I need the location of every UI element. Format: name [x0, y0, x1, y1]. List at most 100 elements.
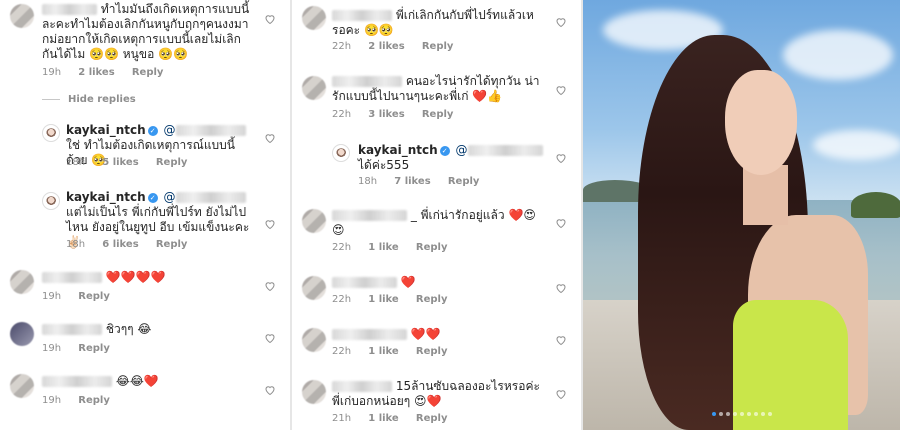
heart-outline-icon[interactable] — [555, 334, 567, 346]
reply-button[interactable]: Reply — [416, 242, 448, 253]
comment-time: 22h — [332, 294, 352, 305]
avatar[interactable] — [302, 76, 326, 100]
comment-meta: 19h Reply — [42, 343, 110, 354]
reply-button[interactable]: Reply — [132, 67, 164, 78]
avatar[interactable] — [10, 270, 34, 294]
heart-outline-icon[interactable] — [264, 280, 276, 292]
comment-meta: 18h 5 likes Reply — [66, 157, 187, 168]
likes-count[interactable]: 2 likes — [78, 67, 114, 78]
heart-outline-icon[interactable] — [264, 13, 276, 25]
reply-button[interactable]: Reply — [416, 413, 448, 424]
carousel-indicator — [583, 401, 900, 420]
username-blurred[interactable] — [332, 210, 407, 221]
username-blurred[interactable] — [42, 4, 97, 15]
mention[interactable]: @ — [164, 190, 176, 204]
hide-replies-button[interactable]: Hide replies — [42, 94, 136, 105]
username[interactable]: kaykai_ntch — [66, 123, 146, 137]
cloud — [813, 130, 900, 160]
avatar[interactable] — [42, 124, 60, 142]
likes-count[interactable]: 5 likes — [102, 157, 138, 168]
heart-outline-icon[interactable] — [555, 217, 567, 229]
username-blurred[interactable] — [332, 76, 402, 87]
username-blurred[interactable] — [42, 376, 112, 387]
avatar[interactable] — [302, 6, 326, 30]
reply-button[interactable]: Reply — [78, 395, 110, 406]
likes-count[interactable]: 1 like — [368, 346, 398, 357]
avatar[interactable] — [42, 192, 60, 210]
comments-column-middle: พี่เก่เลิกกันกับพี่ไปร์ทแล้วเหรอคะ 🥺🥺 22… — [292, 0, 582, 430]
heart-outline-icon[interactable] — [264, 384, 276, 396]
carousel-dot[interactable] — [718, 412, 723, 416]
carousel-dot[interactable] — [739, 412, 744, 416]
mention-blurred — [175, 125, 246, 136]
likes-count[interactable]: 7 likes — [394, 176, 430, 187]
comment-meta: 22h 1 like Reply — [332, 242, 448, 253]
comment-meta: 22h 3 likes Reply — [332, 109, 453, 120]
reply-button[interactable]: Reply — [78, 343, 110, 354]
likes-count[interactable]: 1 like — [368, 242, 398, 253]
verified-badge-icon: ✓ — [147, 192, 158, 203]
avatar[interactable] — [332, 144, 350, 162]
likes-count[interactable]: 1 like — [368, 413, 398, 424]
reply-button[interactable]: Reply — [422, 41, 454, 52]
comment-time: 22h — [332, 346, 352, 357]
username-blurred[interactable] — [42, 324, 102, 335]
mention[interactable]: @ — [456, 143, 468, 157]
heart-outline-icon[interactable] — [555, 16, 567, 28]
heart-outline-icon[interactable] — [555, 84, 567, 96]
comment-text: ได้ค่ะ555 — [358, 158, 410, 172]
comment-time: 21h — [332, 413, 352, 424]
person-face — [725, 70, 797, 175]
carousel-dot[interactable] — [711, 412, 716, 416]
avatar[interactable] — [302, 328, 326, 352]
post-photo[interactable] — [583, 0, 900, 430]
reply-button[interactable]: Reply — [416, 346, 448, 357]
carousel-dot[interactable] — [767, 412, 772, 416]
username-blurred[interactable] — [332, 10, 392, 21]
username[interactable]: kaykai_ntch — [66, 190, 146, 204]
avatar[interactable] — [302, 276, 326, 300]
heart-outline-icon[interactable] — [264, 218, 276, 230]
reply-button[interactable]: Reply — [78, 291, 110, 302]
comment-meta: 22h 2 likes Reply — [332, 41, 453, 52]
comment-time: 19h — [42, 395, 62, 406]
heart-outline-icon[interactable] — [264, 132, 276, 144]
avatar[interactable] — [302, 209, 326, 233]
carousel-dot[interactable] — [753, 412, 758, 416]
comment-text: ชิวๆๆ 😂 — [105, 322, 152, 336]
avatar[interactable] — [10, 374, 34, 398]
username[interactable]: kaykai_ntch — [358, 143, 438, 157]
mention[interactable]: @ — [164, 123, 176, 137]
avatar[interactable] — [302, 380, 326, 404]
heart-outline-icon[interactable] — [555, 388, 567, 400]
comment-text: ❤️❤️ — [410, 327, 441, 341]
carousel-dot[interactable] — [732, 412, 737, 416]
heart-outline-icon[interactable] — [555, 282, 567, 294]
reply-button[interactable]: Reply — [422, 109, 454, 120]
tree — [851, 192, 900, 218]
reply-button[interactable]: Reply — [416, 294, 448, 305]
username-blurred[interactable] — [42, 272, 102, 283]
username-blurred[interactable] — [332, 277, 397, 288]
carousel-dot[interactable] — [725, 412, 730, 416]
heart-outline-icon[interactable] — [555, 152, 567, 164]
likes-count[interactable]: 1 like — [368, 294, 398, 305]
username-blurred[interactable] — [332, 381, 392, 392]
carousel-dot[interactable] — [746, 412, 751, 416]
avatar[interactable] — [10, 4, 34, 28]
divider-line — [42, 98, 60, 100]
comment-time: 22h — [332, 109, 352, 120]
reply-button[interactable]: Reply — [156, 239, 188, 250]
carousel-dot[interactable] — [760, 412, 765, 416]
likes-count[interactable]: 3 likes — [368, 109, 404, 120]
reply-button[interactable]: Reply — [448, 176, 480, 187]
username-blurred[interactable] — [332, 329, 407, 340]
comment-meta: 18h 7 likes Reply — [358, 176, 479, 187]
likes-count[interactable]: 2 likes — [368, 41, 404, 52]
likes-count[interactable]: 6 likes — [102, 239, 138, 250]
comments-column-left: ทำไมมันถึงเกิดเหตุการแบบนี้ละคะทำไมต้องเ… — [0, 0, 290, 430]
comment-meta: 19h Reply — [42, 395, 110, 406]
heart-outline-icon[interactable] — [264, 332, 276, 344]
avatar[interactable] — [10, 322, 34, 346]
reply-button[interactable]: Reply — [156, 157, 188, 168]
